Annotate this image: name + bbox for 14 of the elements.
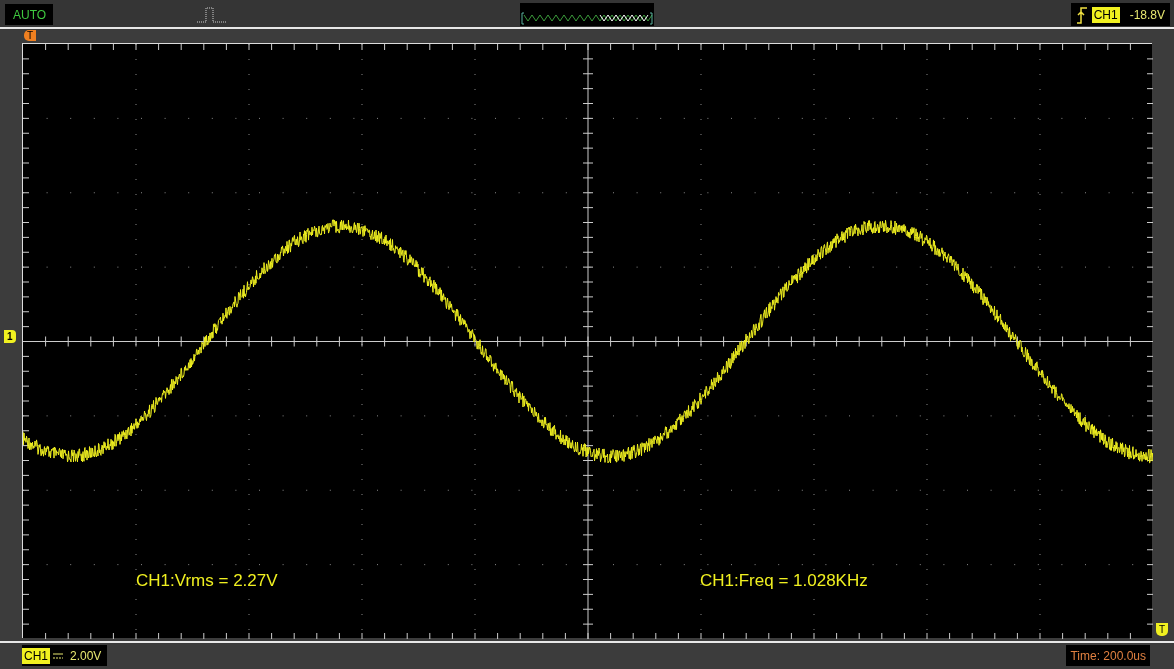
dc-coupling-icon xyxy=(53,651,63,660)
trigger-position-marker: T xyxy=(24,30,37,41)
measurement-readout: CH1:Freq = 1.028KHz xyxy=(700,570,868,592)
trigger-level: -18.8V xyxy=(1129,6,1165,24)
trigger-level-marker: T xyxy=(1155,623,1168,636)
channel-badge: CH1 xyxy=(1091,6,1120,23)
rising-edge-icon xyxy=(1075,5,1088,24)
measurement-readout: CH1:Vrms = 2.27V xyxy=(136,570,278,592)
channel-level-marker: 1 xyxy=(4,330,16,343)
pulse-icon xyxy=(196,5,228,23)
vertical-scale: 2.00V xyxy=(70,647,102,665)
channel-badge: CH1 xyxy=(22,647,50,664)
timebase: Time: 200.0us xyxy=(1066,645,1150,666)
trigger-mode: AUTO xyxy=(5,4,53,25)
